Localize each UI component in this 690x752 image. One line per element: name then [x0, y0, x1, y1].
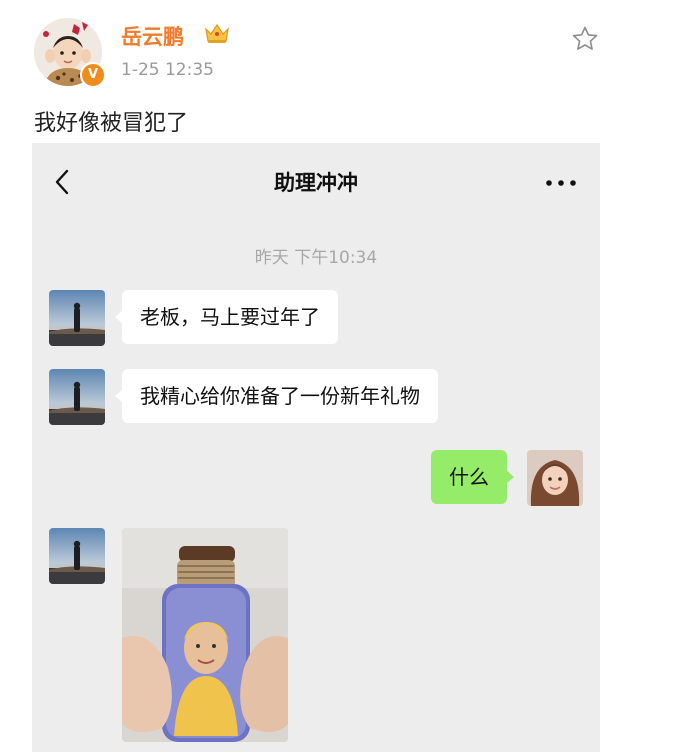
message-bubble[interactable]: 老板，马上要过年了 — [115, 290, 338, 344]
message-bubble[interactable]: 我精心给你准备了一份新年礼物 — [115, 369, 438, 423]
post-time: 1-25 12:35 — [121, 60, 214, 80]
username[interactable]: 岳云鹏 — [121, 21, 184, 51]
star-icon[interactable] — [571, 25, 599, 53]
chat-header: 助理冲冲 — [32, 143, 600, 221]
my-avatar[interactable] — [527, 450, 583, 506]
contact-avatar[interactable] — [49, 528, 105, 584]
gift-photo-message[interactable] — [122, 528, 288, 742]
more-dots-icon[interactable] — [544, 179, 578, 187]
post-text: 我好像被冒犯了 — [34, 111, 189, 136]
crown-icon — [205, 23, 229, 43]
chat-timestamp: 昨天 下午10:34 — [254, 248, 378, 268]
chat-screenshot[interactable]: 助理冲冲 昨天 下午10:34 老板，马上要过年了 我精心给你准备了一份新年礼物… — [32, 143, 600, 752]
my-message-bubble[interactable]: 什么 — [431, 450, 514, 504]
contact-avatar[interactable] — [49, 290, 105, 346]
verified-badge: V — [80, 62, 106, 88]
contact-avatar[interactable] — [49, 369, 105, 425]
chat-title: 助理冲冲 — [274, 171, 358, 195]
